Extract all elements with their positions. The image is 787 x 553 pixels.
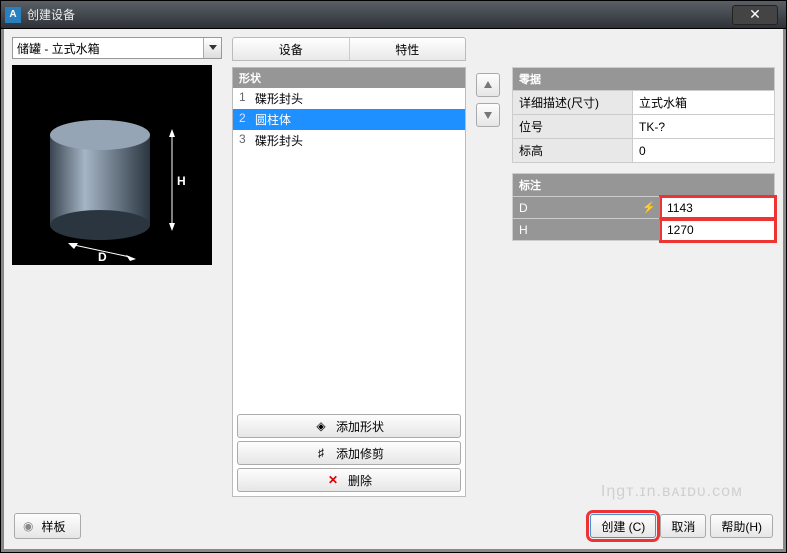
desc-value[interactable]: 立式水箱 <box>633 91 775 115</box>
bottom-bar: ◉ 样板 创建 (C) 取消 帮助(H) <box>14 513 773 539</box>
shape-panel: 形状 1 碟形封头 2 圆柱体 3 碟形封头 <box>232 67 466 497</box>
dim-h-label: H <box>513 219 661 241</box>
equipment-type-input[interactable] <box>13 38 203 58</box>
tab-equipment[interactable]: 设备 <box>233 38 350 60</box>
elev-value[interactable]: 0 <box>633 139 775 163</box>
svg-text:H: H <box>177 174 186 188</box>
chevron-down-icon[interactable] <box>203 38 221 58</box>
template-button[interactable]: ◉ 样板 <box>14 513 81 539</box>
close-button[interactable]: ✕ <box>732 5 778 25</box>
tag-label: 位号 <box>513 115 633 139</box>
window-title: 创建设备 <box>27 6 732 23</box>
data-table: 零据 详细描述(尺寸) 立式水箱 位号 TK-? 标高 0 <box>512 67 775 163</box>
delete-button[interactable]: ✕ 删除 <box>237 468 461 492</box>
dim-d-label: D⚡ <box>513 197 661 219</box>
list-item[interactable]: 2 圆柱体 <box>233 109 465 130</box>
dialog-window: A 创建设备 ✕ <box>0 0 787 553</box>
help-button[interactable]: 帮助(H) <box>710 514 773 538</box>
svg-text:D: D <box>98 250 107 264</box>
list-item[interactable]: 1 碟形封头 <box>233 88 465 109</box>
cancel-button[interactable]: 取消 <box>660 514 706 538</box>
equipment-type-combo[interactable] <box>12 37 222 59</box>
desc-label: 详细描述(尺寸) <box>513 91 633 115</box>
shapes-header: 形状 <box>233 68 465 88</box>
add-shape-button[interactable]: ◈ 添加形状 <box>237 414 461 438</box>
titlebar[interactable]: A 创建设备 ✕ <box>1 1 786 29</box>
move-down-button[interactable] <box>476 103 500 127</box>
preview-image: H D <box>12 65 212 265</box>
add-trim-button[interactable]: ♯ 添加修剪 <box>237 441 461 465</box>
dim-h-value[interactable]: 1270 <box>661 219 775 241</box>
dialog-content: H D 设备 特性 形状 <box>1 29 786 552</box>
dimensions-table: 标注 D⚡ 1143 H 1270 <box>512 173 775 241</box>
dim-d-value[interactable]: 1143 <box>661 197 775 219</box>
tab-bar: 设备 特性 <box>232 37 466 61</box>
dims-header: 标注 <box>513 174 775 197</box>
tag-value[interactable]: TK-? <box>633 115 775 139</box>
tab-properties[interactable]: 特性 <box>350 38 466 60</box>
cube-icon: ◈ <box>314 419 328 433</box>
create-button[interactable]: 创建 (C) <box>590 514 656 538</box>
list-item[interactable]: 3 碟形封头 <box>233 130 465 151</box>
app-icon: A <box>5 7 21 23</box>
delete-icon: ✕ <box>326 473 340 487</box>
move-up-button[interactable] <box>476 73 500 97</box>
elev-label: 标高 <box>513 139 633 163</box>
data-header: 零据 <box>513 68 775 91</box>
camera-icon: ◉ <box>23 519 33 533</box>
trim-icon: ♯ <box>314 446 328 460</box>
bolt-icon: ⚡ <box>642 201 656 214</box>
shape-list[interactable]: 1 碟形封头 2 圆柱体 3 碟形封头 <box>233 88 465 410</box>
